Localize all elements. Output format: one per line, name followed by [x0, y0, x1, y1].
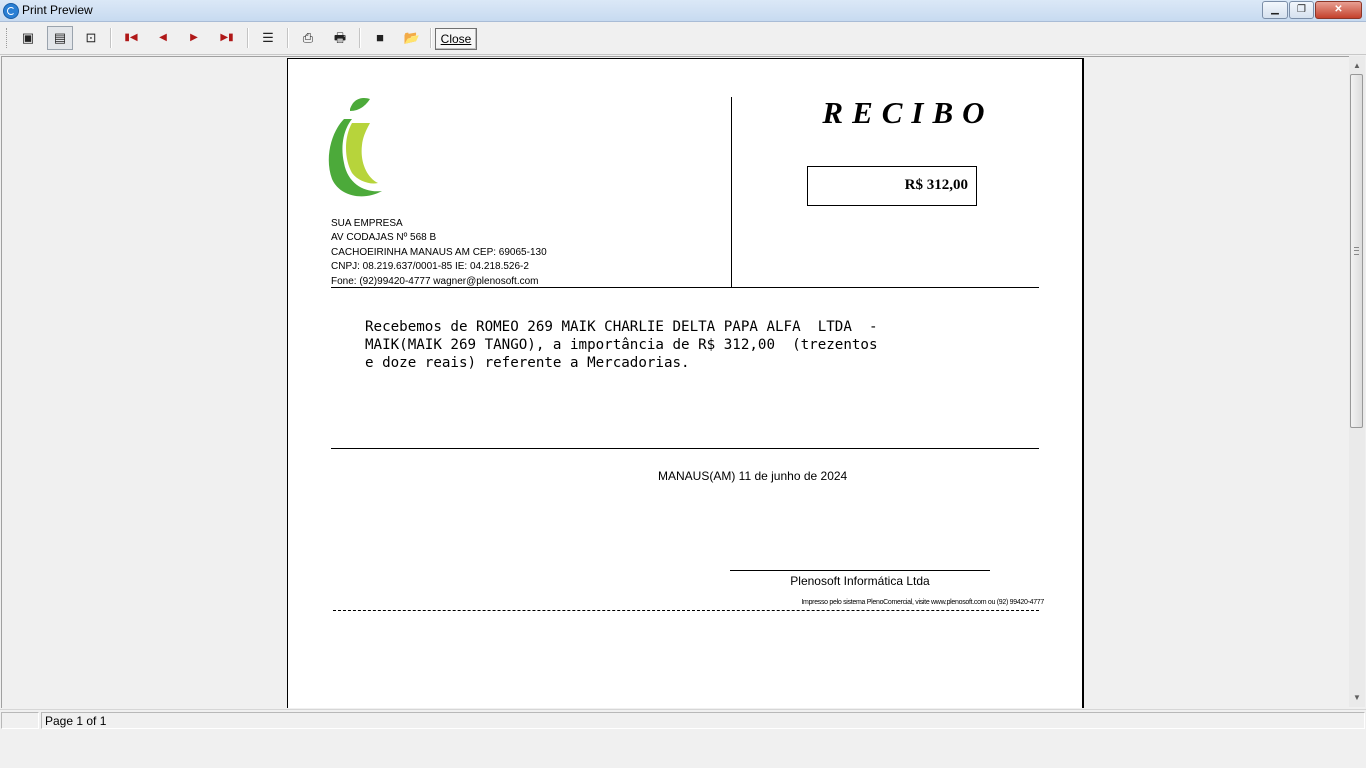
save-icon[interactable]: ■	[368, 27, 392, 49]
preview-area[interactable]: SUA EMPRESA AV CODAJAS Nº 568 B CACHOEIR…	[1, 56, 1349, 708]
status-panel	[1, 712, 39, 729]
title-bar: Print Preview ▁ ❐ ✕	[0, 0, 1366, 22]
company-name: SUA EMPRESA	[331, 218, 403, 229]
last-page-icon[interactable]: ▶▮	[215, 27, 239, 49]
page-setup-icon[interactable]: ☰	[256, 27, 280, 49]
scroll-thumb[interactable]	[1350, 74, 1363, 428]
company-info: SUA EMPRESA AV CODAJAS Nº 568 B CACHOEIR…	[331, 217, 547, 289]
printer-setup-icon[interactable]: ⎙	[296, 27, 320, 49]
city-date: MANAUS(AM) 11 de junho de 2024	[658, 469, 848, 483]
company-address: AV CODAJAS Nº 568 B	[331, 232, 437, 244]
scroll-up-icon[interactable]: ▲	[1349, 58, 1365, 74]
body-rule	[331, 448, 1039, 449]
toolbar-separator	[359, 28, 361, 48]
toolbar-separator	[110, 28, 112, 48]
close-button[interactable]: Close	[435, 28, 477, 50]
receipt-title: RECIBO	[822, 95, 994, 130]
page-indicator: Page 1 of 1	[45, 714, 107, 728]
toolbar: ▣ ▤ ⊡ ▮◀ ◀ ▶ ▶▮ ☰ ⎙ 🖶 ■ 📂 Close	[0, 22, 1366, 55]
signature-name: Plenosoft Informática Ltda	[790, 574, 930, 588]
open-icon[interactable]: 📂	[400, 27, 424, 49]
toolbar-separator	[247, 28, 249, 48]
company-city: CACHOEIRINHA MANAUS AM CEP: 69065-130	[331, 246, 547, 258]
toolbar-grip[interactable]	[6, 28, 10, 48]
prev-page-icon[interactable]: ◀	[151, 27, 175, 49]
next-page-icon[interactable]: ▶	[182, 27, 206, 49]
close-window-button[interactable]: ✕	[1315, 1, 1362, 19]
print-icon[interactable]: 🖶	[328, 27, 352, 49]
header-divider	[731, 97, 732, 287]
status-panel-page: Page 1 of 1	[41, 712, 1365, 729]
header-rule	[331, 287, 1039, 288]
receipt-page: SUA EMPRESA AV CODAJAS Nº 568 B CACHOEIR…	[287, 58, 1084, 708]
one-page-icon[interactable]: ▣	[16, 27, 40, 49]
app-icon	[3, 3, 19, 19]
printed-by-note: Impresso pelo sistema PlenoComercial, vi…	[801, 599, 1044, 606]
signature-line	[730, 570, 990, 571]
toolbar-separator	[287, 28, 289, 48]
full-page-icon[interactable]: ⊡	[79, 27, 103, 49]
status-bar: Page 1 of 1	[0, 709, 1366, 730]
vertical-scrollbar[interactable]: ▲ ▼	[1349, 56, 1365, 707]
thumb-grip-icon	[1354, 247, 1359, 255]
company-logo	[328, 98, 382, 197]
amount-box: R$ 312,00	[807, 166, 977, 206]
restore-button[interactable]: ❐	[1289, 1, 1314, 19]
window-title: Print Preview	[22, 3, 93, 17]
cut-line	[333, 610, 1039, 611]
receipt-body: Recebemos de ROMEO 269 MAIK CHARLIE DELT…	[365, 319, 878, 371]
minimize-button[interactable]: ▁	[1262, 1, 1288, 19]
page-width-icon[interactable]: ▤	[47, 26, 73, 50]
company-cnpj: CNPJ: 08.219.637/0001-85 IE: 04.218.526-…	[331, 261, 529, 273]
toolbar-separator	[430, 28, 432, 48]
scroll-down-icon[interactable]: ▼	[1349, 690, 1365, 706]
receipt-amount: R$ 312,00	[904, 177, 968, 193]
first-page-icon[interactable]: ▮◀	[119, 27, 143, 49]
